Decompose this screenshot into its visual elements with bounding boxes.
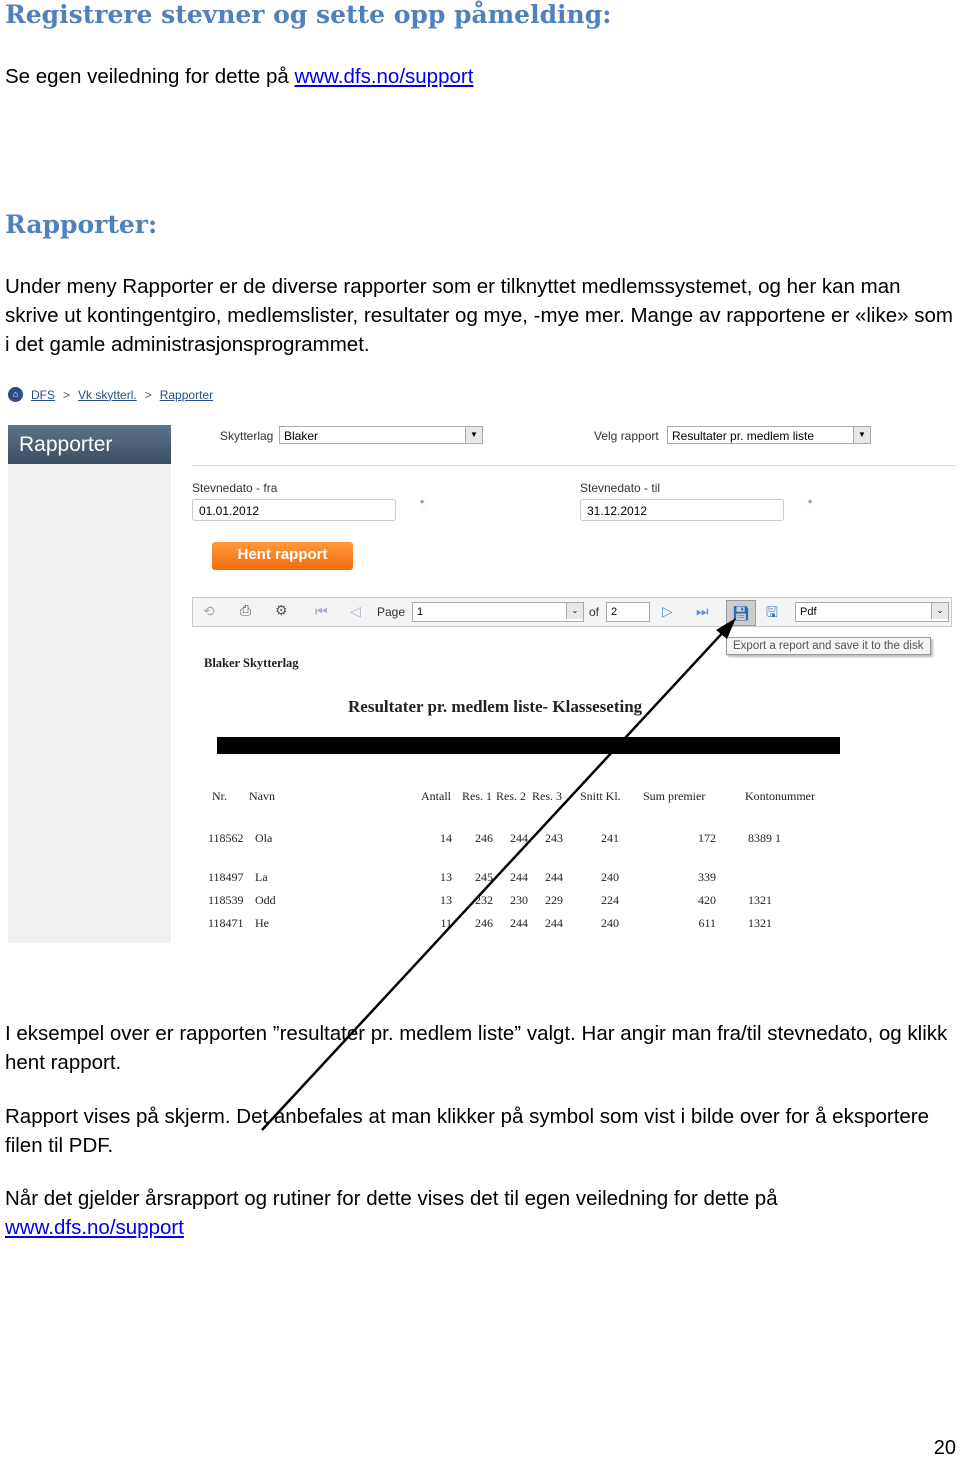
- paragraph-example: I eksempel over er rapporten ”resultater…: [5, 1022, 948, 1074]
- page-number: 20: [933, 1437, 956, 1459]
- paragraph-arsrapport: Når det gjelder årsrapport og rutiner fo…: [5, 1184, 955, 1242]
- support-link-2[interactable]: www.dfs.no/support: [5, 1216, 184, 1239]
- paragraph-export: Rapport vises på skjerm. Det anbefales a…: [5, 1105, 930, 1157]
- arsrapport-text: Når det gjelder årsrapport og rutiner fo…: [5, 1187, 778, 1210]
